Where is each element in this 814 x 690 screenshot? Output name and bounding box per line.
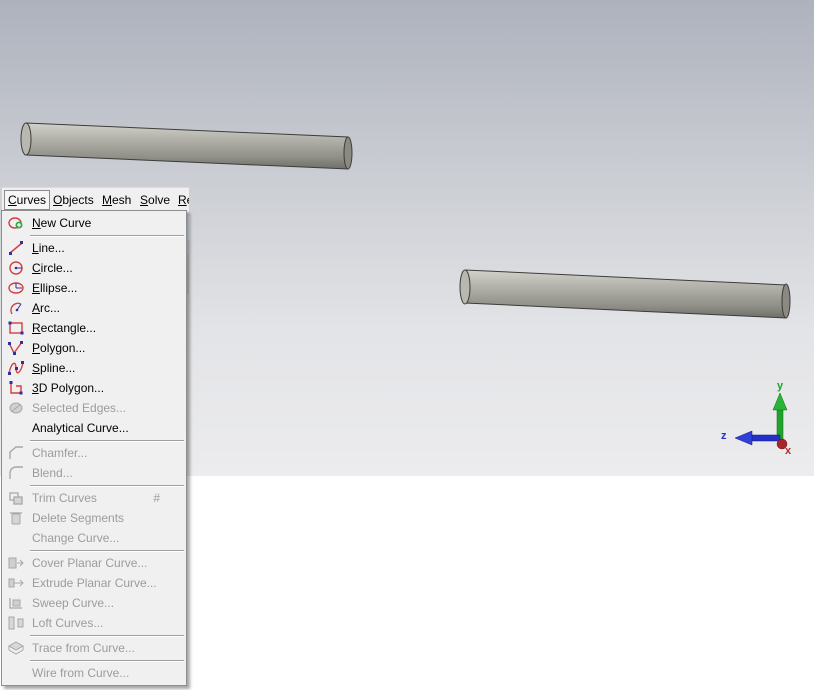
menuitem-selected-edges[interactable]: Selected Edges...	[2, 398, 186, 418]
menu-objects[interactable]: Objects	[50, 191, 97, 209]
polygon-icon	[8, 341, 23, 355]
cylinder-2[interactable]	[459, 269, 791, 319]
menuitem-trace-from-curve[interactable]: Trace from Curve...	[2, 638, 186, 658]
menu-solve[interactable]: Solve	[137, 191, 173, 209]
circle-icon	[9, 261, 23, 275]
line-icon	[9, 241, 23, 255]
loft-curves-icon	[8, 616, 24, 630]
axes-triad	[734, 392, 788, 450]
curves-dropdown-menu: New Curve Line... Circle... Ellipse... A…	[1, 210, 187, 686]
shortcut-label: #	[153, 491, 160, 505]
extrude-planar-icon	[8, 578, 24, 588]
axis-z-label: z	[721, 430, 727, 442]
3d-polygon-icon	[9, 381, 23, 395]
rectangle-icon	[8, 321, 24, 335]
menu-separator	[30, 485, 184, 487]
menu-separator	[30, 660, 184, 662]
menuitem-delete-segments[interactable]: Delete Segments	[2, 508, 186, 528]
menu-separator	[30, 550, 184, 552]
spline-icon	[8, 361, 24, 375]
menuitem-3d-polygon[interactable]: 3D Polygon...	[2, 378, 186, 398]
menuitem-trim-curves[interactable]: Trim Curves #	[2, 488, 186, 508]
menuitem-circle[interactable]: Circle...	[2, 258, 186, 278]
menuitem-polygon[interactable]: Polygon...	[2, 338, 186, 358]
ellipse-icon	[8, 282, 24, 294]
menu-bar: Curves Objects Mesh Solve Re	[2, 187, 189, 212]
arc-icon	[10, 302, 22, 315]
menuitem-ellipse[interactable]: Ellipse...	[2, 278, 186, 298]
menuitem-analytical-curve[interactable]: Analytical Curve...	[2, 418, 186, 438]
menuitem-change-curve[interactable]: Change Curve...	[2, 528, 186, 548]
menu-separator	[30, 440, 184, 442]
trace-from-curve-icon	[8, 641, 24, 655]
menu-results[interactable]: Re	[175, 191, 189, 209]
cylinder-1[interactable]	[20, 122, 353, 170]
selected-edges-icon	[9, 402, 23, 414]
menuitem-line[interactable]: Line...	[2, 238, 186, 258]
menuitem-extrude-planar-curve[interactable]: Extrude Planar Curve...	[2, 573, 186, 593]
menuitem-wire-from-curve[interactable]: Wire from Curve...	[2, 663, 186, 683]
menu-separator	[30, 635, 184, 637]
menu-mesh[interactable]: Mesh	[99, 191, 134, 209]
menuitem-sweep-curve[interactable]: Sweep Curve...	[2, 593, 186, 613]
menu-separator	[30, 235, 184, 237]
sweep-curve-icon	[9, 598, 22, 609]
blend-icon	[9, 466, 23, 479]
menuitem-spline[interactable]: Spline...	[2, 358, 186, 378]
menuitem-arc[interactable]: Arc...	[2, 298, 186, 318]
menuitem-chamfer[interactable]: Chamfer...	[2, 443, 186, 463]
chamfer-icon	[9, 446, 23, 459]
menuitem-blend[interactable]: Blend...	[2, 463, 186, 483]
delete-segments-icon	[10, 512, 22, 525]
trim-curves-icon	[9, 492, 23, 505]
new-curve-icon	[8, 217, 23, 229]
axis-y-label: y	[777, 380, 784, 392]
menu-curves[interactable]: Curves	[4, 190, 51, 210]
menuitem-cover-planar-curve[interactable]: Cover Planar Curve...	[2, 553, 186, 573]
menuitem-new-curve[interactable]: New Curve	[2, 213, 186, 233]
menuitem-rectangle[interactable]: Rectangle...	[2, 318, 186, 338]
menuitem-loft-curves[interactable]: Loft Curves...	[2, 613, 186, 633]
axis-x-label: x	[785, 445, 792, 457]
cover-planar-icon	[8, 557, 24, 569]
